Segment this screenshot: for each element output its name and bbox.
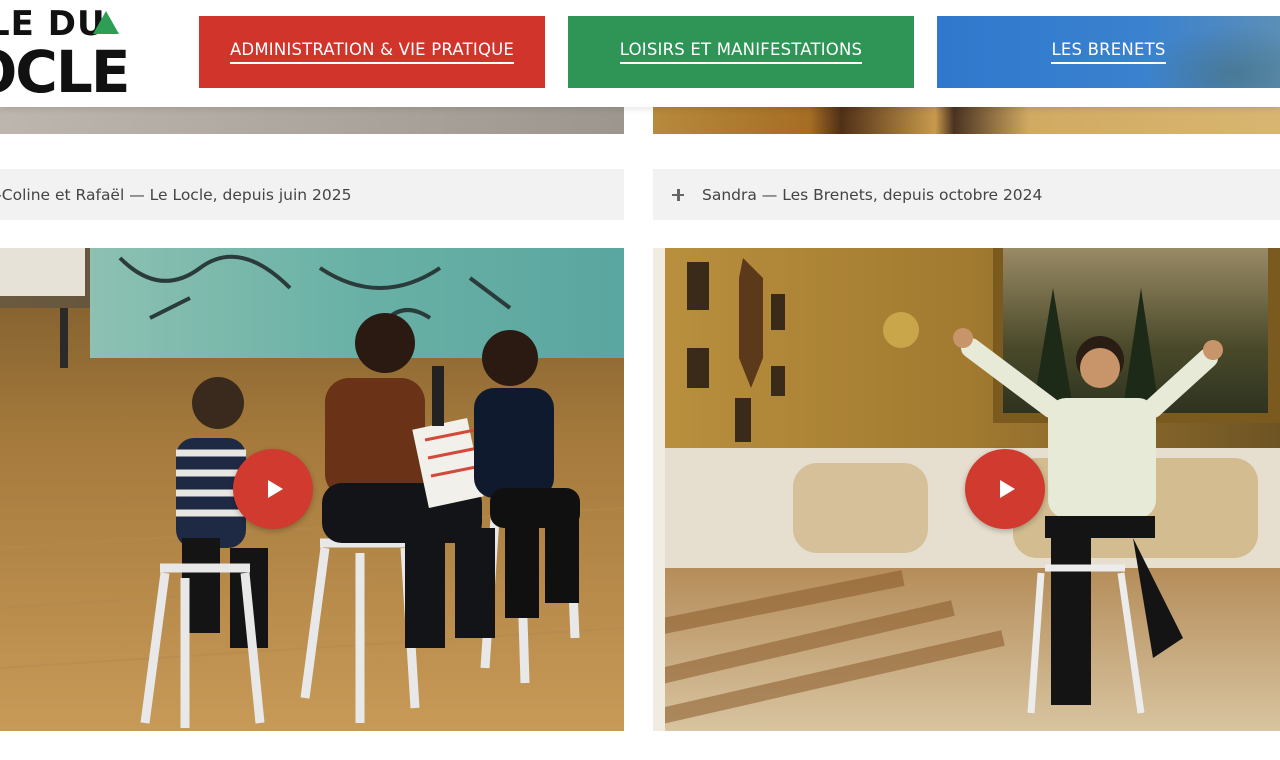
site-logo[interactable]: LE DU OCLE [0, 0, 160, 107]
play-icon [1000, 480, 1015, 498]
nav-brenets-background-image [1130, 16, 1280, 88]
play-icon [268, 480, 283, 498]
nav-administration-label: ADMINISTRATION & VIE PRATIQUE [229, 40, 515, 64]
previous-video-thumbnail-right[interactable] [653, 107, 1280, 134]
plus-icon[interactable] [672, 188, 684, 201]
play-button-left[interactable] [233, 449, 313, 529]
video-player-right[interactable] [653, 248, 1280, 731]
site-header: LE DU OCLE ADMINISTRATION & VIE PRATIQUE… [0, 0, 1280, 107]
logo-text-bottom: OCLE [0, 38, 130, 106]
logo-triangle-icon [93, 11, 119, 34]
nav-loisirs-button[interactable]: LOISIRS ET MANIFESTATIONS [568, 16, 914, 88]
nav-administration-button[interactable]: ADMINISTRATION & VIE PRATIQUE [199, 16, 545, 88]
testimonial-caption-left[interactable]: rie-Coline et Rafaël — Le Locle, depuis … [0, 169, 624, 220]
previous-video-thumbnail-left[interactable] [0, 107, 624, 134]
nav-loisirs-label: LOISIRS ET MANIFESTATIONS [619, 40, 863, 64]
nav-brenets-button[interactable]: LES BRENETS [937, 16, 1280, 88]
testimonial-caption-right[interactable]: Sandra — Les Brenets, depuis octobre 202… [653, 169, 1280, 220]
play-button-right[interactable] [965, 449, 1045, 529]
testimonial-caption-right-text: Sandra — Les Brenets, depuis octobre 202… [702, 185, 1043, 204]
testimonial-caption-left-text: rie-Coline et Rafaël — Le Locle, depuis … [0, 185, 352, 204]
video-player-left[interactable] [0, 248, 624, 731]
